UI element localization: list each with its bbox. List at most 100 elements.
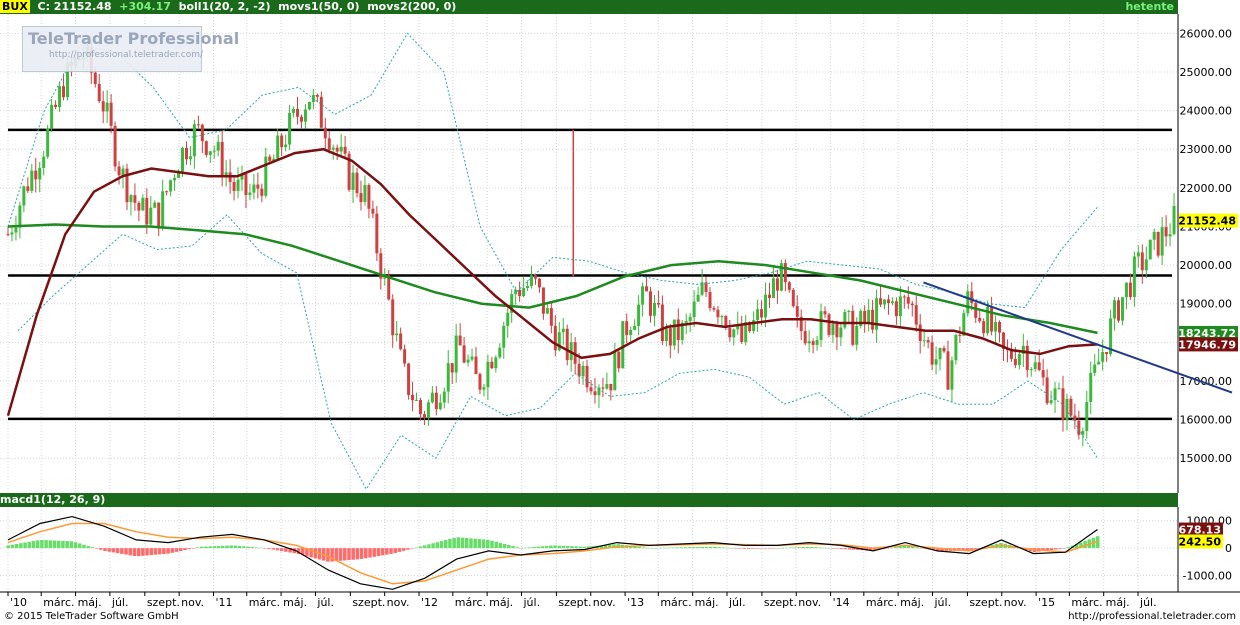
- macd-title[interactable]: macd1(12, 26, 9): [0, 493, 105, 506]
- candle-body[interactable]: [522, 288, 526, 296]
- candle-body[interactable]: [720, 316, 724, 318]
- candle-body[interactable]: [30, 170, 34, 191]
- candle-body[interactable]: [791, 289, 795, 307]
- candle-body[interactable]: [617, 351, 621, 369]
- candle-body[interactable]: [359, 193, 363, 203]
- candle-body[interactable]: [299, 116, 303, 122]
- candle-body[interactable]: [38, 167, 42, 180]
- candle-body[interactable]: [268, 156, 272, 162]
- candle-body[interactable]: [220, 141, 224, 178]
- candle-body[interactable]: [629, 329, 633, 335]
- candle-body[interactable]: [474, 356, 478, 375]
- candle-body[interactable]: [851, 310, 855, 345]
- candle-body[interactable]: [188, 156, 192, 160]
- candle-body[interactable]: [276, 135, 280, 159]
- candle-body[interactable]: [315, 95, 319, 97]
- candle-body[interactable]: [307, 101, 311, 110]
- candle-body[interactable]: [113, 125, 117, 167]
- candle-body[interactable]: [668, 328, 672, 346]
- candle-body[interactable]: [764, 294, 768, 318]
- candle-body[interactable]: [883, 299, 887, 305]
- candle-body[interactable]: [470, 356, 474, 360]
- candle-body[interactable]: [811, 341, 815, 345]
- candle-body[interactable]: [434, 392, 438, 410]
- candle-body[interactable]: [664, 328, 668, 342]
- candle-body[interactable]: [1045, 377, 1049, 404]
- candle-body[interactable]: [775, 278, 779, 291]
- candle-body[interactable]: [58, 86, 62, 108]
- candle-body[interactable]: [418, 399, 422, 415]
- candle-body[interactable]: [1069, 398, 1073, 416]
- candle-body[interactable]: [1097, 361, 1101, 365]
- candle-body[interactable]: [93, 72, 97, 84]
- candle-body[interactable]: [641, 286, 645, 305]
- candle-body[interactable]: [625, 321, 629, 335]
- candle-body[interactable]: [930, 342, 934, 365]
- candle-body[interactable]: [585, 365, 589, 388]
- candle-body[interactable]: [684, 321, 688, 323]
- candle-body[interactable]: [506, 312, 510, 326]
- candle-body[interactable]: [827, 314, 831, 335]
- candle-body[interactable]: [537, 278, 541, 288]
- candle-body[interactable]: [613, 351, 617, 391]
- candle-body[interactable]: [541, 287, 545, 314]
- candle-body[interactable]: [34, 170, 38, 180]
- candle-body[interactable]: [149, 207, 153, 225]
- candle-body[interactable]: [351, 172, 355, 190]
- candle-body[interactable]: [161, 191, 165, 229]
- candle-body[interactable]: [942, 347, 946, 352]
- candle-body[interactable]: [482, 387, 486, 390]
- candle-body[interactable]: [1101, 352, 1105, 362]
- candle-body[interactable]: [462, 345, 466, 363]
- candle-body[interactable]: [767, 294, 771, 299]
- candle-body[interactable]: [819, 311, 823, 340]
- candle-body[interactable]: [42, 156, 46, 168]
- candle-body[interactable]: [645, 286, 649, 292]
- candle-body[interactable]: [97, 83, 101, 102]
- candle-body[interactable]: [430, 392, 434, 403]
- candle-body[interactable]: [121, 168, 125, 176]
- candle-body[interactable]: [898, 296, 902, 317]
- candle-body[interactable]: [10, 232, 14, 235]
- candle-body[interactable]: [375, 213, 379, 254]
- candle-body[interactable]: [1033, 362, 1037, 370]
- candle-body[interactable]: [637, 304, 641, 326]
- candle-body[interactable]: [284, 144, 288, 148]
- candle-body[interactable]: [438, 402, 442, 410]
- period-label[interactable]: hetente: [1125, 0, 1174, 14]
- candle-body[interactable]: [458, 335, 462, 346]
- candle-body[interactable]: [815, 339, 819, 345]
- candle-body[interactable]: [886, 299, 890, 304]
- candle-body[interactable]: [454, 335, 458, 373]
- candle-body[interactable]: [660, 304, 664, 342]
- candle-body[interactable]: [339, 146, 343, 152]
- candle-body[interactable]: [577, 363, 581, 377]
- candle-body[interactable]: [335, 147, 339, 152]
- indicators-label[interactable]: boll1(20, 2, -2) movs1(50, 0) movs2(200,…: [179, 0, 457, 13]
- candle-body[interactable]: [117, 166, 121, 176]
- candle-body[interactable]: [1136, 252, 1140, 257]
- candle-body[interactable]: [133, 195, 137, 203]
- candle-body[interactable]: [137, 202, 141, 211]
- candle-body[interactable]: [649, 291, 653, 316]
- candle-body[interactable]: [910, 303, 914, 306]
- candle-body[interactable]: [153, 202, 157, 208]
- candle-body[interactable]: [212, 150, 216, 152]
- candle-body[interactable]: [1013, 358, 1017, 366]
- macd-chart[interactable]: 1000.000-1000.00678.13242.50'10 márc. máj.…: [0, 507, 1240, 610]
- candle-body[interactable]: [1057, 388, 1061, 390]
- candle-body[interactable]: [62, 86, 66, 98]
- candle-body[interactable]: [145, 197, 149, 225]
- candle-body[interactable]: [367, 184, 371, 209]
- candle-body[interactable]: [795, 306, 799, 317]
- candle-body[interactable]: [1152, 231, 1156, 240]
- candle-body[interactable]: [244, 174, 248, 195]
- candle-body[interactable]: [982, 321, 986, 334]
- candle-body[interactable]: [232, 181, 236, 191]
- candle-body[interactable]: [1093, 364, 1097, 374]
- candle-body[interactable]: [518, 289, 522, 296]
- candle-body[interactable]: [1120, 297, 1124, 321]
- candle-body[interactable]: [958, 334, 962, 336]
- candle-body[interactable]: [966, 291, 970, 314]
- candle-body[interactable]: [46, 128, 50, 157]
